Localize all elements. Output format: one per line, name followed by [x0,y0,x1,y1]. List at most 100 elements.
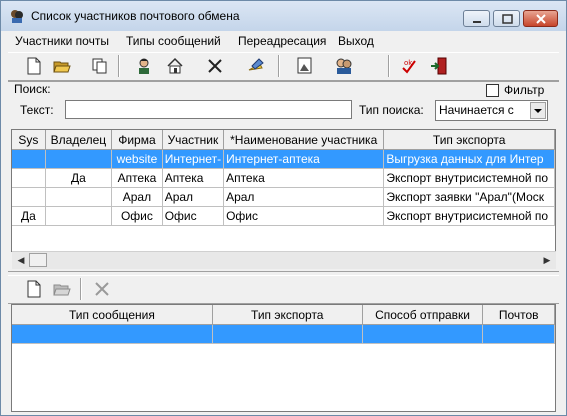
column-header[interactable]: Участник [162,130,225,150]
toolbar-separator [118,55,120,77]
toolbar-separator [278,55,280,77]
column-header[interactable]: Sys [12,130,46,150]
cell: Офис [111,206,163,226]
menu-participants[interactable]: Участники почты [15,34,109,48]
column-header[interactable]: *Наименование участника [223,130,385,150]
edit-pencil-icon [248,58,264,71]
ok-check-icon: ok [402,59,416,74]
scroll-right-icon[interactable]: ▶ [540,254,554,267]
column-header[interactable]: Тип сообщения [12,305,213,325]
cell: Арал [162,187,225,207]
close-button[interactable] [523,10,558,27]
toolbar-separator [80,278,82,300]
cell: Офис [223,206,385,226]
maximize-icon [502,14,513,24]
people-icon [336,58,352,74]
new-document-icon [27,57,41,75]
cell: Арал [223,187,385,207]
column-header[interactable]: Тип экспорта [383,130,555,150]
participants-grid[interactable]: Sys Владелец Фирма Участник *Наименовани… [11,129,556,252]
search-text-label: Текст: [20,103,54,117]
toolbar-separator [388,55,390,77]
cell: Выгрузка данных для Интер [383,149,555,169]
delete-x-icon [208,59,222,73]
edit-button[interactable] [244,54,268,78]
cell: Аптека [223,168,385,188]
cell [12,149,46,169]
search-input[interactable] [65,100,352,119]
open-button[interactable] [50,54,74,78]
dropdown-button[interactable] [530,102,546,119]
delete-x-icon [95,282,109,296]
cell: Аптека [111,168,163,188]
cell: Интернет-аптека [223,149,385,169]
window-title: Список участников почтового обмена [31,9,240,23]
filter-checkbox[interactable] [486,84,499,97]
menu-bar: Участники почты Типы сообщений Переадрес… [1,31,566,51]
messages-table: Тип сообщения Тип экспорта Способ отправ… [12,305,555,344]
participants-hscrollbar[interactable]: ◀ ▶ [12,251,556,269]
cell [45,187,113,207]
exit-button[interactable] [427,54,451,78]
cell: Экспорт внутрисистемной по [383,168,555,188]
menu-redirection[interactable]: Переадресация [238,34,326,48]
cell: Арал [111,187,163,207]
cell: website [111,149,163,169]
scroll-left-icon[interactable]: ◀ [14,254,28,267]
table-row[interactable] [12,324,555,344]
main-window: Список участников почтового обмена Участ… [0,0,567,416]
view-button[interactable] [293,54,317,78]
table-row[interactable]: Да Офис Офис Офис Экспорт внутрисистемно… [12,206,555,226]
column-header[interactable]: Способ отправки [362,305,484,325]
cell: Экспорт заявки "Арал"(Моск [383,187,555,207]
cell [45,149,113,169]
exit-door-icon [431,57,447,75]
cell [12,324,213,344]
home-icon [167,57,183,74]
picture-frame-icon [297,57,312,74]
search-type-label: Тип поиска: [359,103,424,117]
cell: Да [12,206,46,226]
home-button[interactable] [163,54,187,78]
column-header[interactable]: Владелец [45,130,113,150]
cell: Интернет- [162,149,225,169]
column-header[interactable]: Фирма [111,130,163,150]
filter-label: Фильтр [504,83,545,97]
cell: Офис [162,206,225,226]
menu-message-types[interactable]: Типы сообщений [126,34,221,48]
participants-group-button[interactable] [332,54,356,78]
scroll-thumb[interactable] [29,253,47,267]
copy-button[interactable] [88,54,112,78]
open-folder-icon [53,61,71,73]
maximize-button[interactable] [493,10,520,27]
participant-button[interactable] [132,54,156,78]
search-type-select[interactable]: Начинается с [435,100,548,121]
table-row[interactable]: website Интернет- Интернет-аптека Выгруз… [12,149,555,169]
search-panel: Поиск: Фильтр Текст: Тип поиска: Начинае… [8,81,559,128]
delete-message-button[interactable] [90,277,114,301]
person-icon [139,58,149,74]
delete-button[interactable] [203,54,227,78]
cell [12,168,46,188]
new-button[interactable] [22,54,46,78]
cell [12,187,46,207]
minimize-button[interactable] [463,10,490,27]
cell: Аптека [162,168,225,188]
ok-button[interactable]: ok [397,54,421,78]
participants-header: Sys Владелец Фирма Участник *Наименовани… [12,130,555,150]
close-icon [536,14,546,24]
column-header[interactable]: Почтов [482,305,555,325]
menu-exit[interactable]: Выход [338,34,374,48]
new-message-button[interactable] [22,277,46,301]
cell [362,324,484,344]
messages-header: Тип сообщения Тип экспорта Способ отправ… [12,305,555,325]
table-row[interactable]: Да Аптека Аптека Аптека Экспорт внутриси… [12,168,555,188]
chevron-down-icon [534,109,542,113]
minimize-icon [473,21,481,23]
messages-grid[interactable]: Тип сообщения Тип экспорта Способ отправ… [11,304,556,412]
column-header[interactable]: Тип экспорта [212,305,363,325]
table-row[interactable]: Арал Арал Арал Экспорт заявки "Арал"(Мос… [12,187,555,207]
cell: Да [45,168,113,188]
new-document-icon [27,280,41,298]
open-message-button[interactable] [50,277,74,301]
